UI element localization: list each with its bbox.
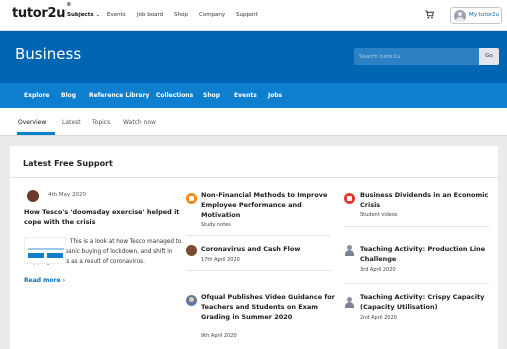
subnav-blog[interactable]: Blog	[61, 92, 76, 99]
author-avatar-icon	[27, 190, 39, 202]
latest-free-support-card: Latest Free Support 4th May 2020 How Tes…	[10, 146, 498, 349]
divider	[10, 177, 498, 178]
my-tutor2u-label: My tutor2u	[469, 12, 500, 18]
list-item-meta: 9th April 2020	[201, 333, 237, 339]
nav-subjects[interactable]: Subjects ⌄	[67, 12, 100, 18]
trademark-icon: ®	[66, 1, 71, 8]
author-avatar-icon	[344, 245, 355, 256]
tab-watch-now[interactable]: Watch now	[123, 119, 156, 126]
subnav-explore[interactable]: Explore	[24, 92, 49, 99]
tab-latest[interactable]: Latest	[62, 119, 81, 126]
active-tab-indicator	[17, 132, 55, 135]
divider	[186, 270, 331, 271]
list-item-meta: Study notes	[201, 222, 231, 228]
subnav-events[interactable]: Events	[234, 92, 257, 99]
tab-topics[interactable]: Topics	[92, 119, 110, 126]
divider	[344, 283, 489, 284]
nav-job-board[interactable]: Job board	[137, 12, 163, 18]
read-more-link[interactable]: Read more ›	[24, 277, 65, 284]
divider	[186, 235, 331, 236]
divider	[344, 226, 489, 227]
nav-company[interactable]: Company	[199, 12, 225, 18]
list-item-meta: Student videos	[360, 212, 398, 218]
subnav-jobs[interactable]: Jobs	[268, 92, 282, 99]
list-item-title[interactable]: Non-Financial Methods to Improve Employe…	[201, 190, 341, 220]
author-avatar-icon	[186, 245, 197, 256]
search-input[interactable]	[354, 48, 479, 65]
list-item-title[interactable]: Teaching Activity: Production Line Chall…	[360, 244, 495, 264]
card-title: Latest Free Support	[23, 159, 113, 168]
my-tutor2u-button[interactable]: My tutor2u	[450, 7, 502, 24]
search-go-button[interactable]: Go	[479, 48, 499, 65]
list-item-title[interactable]: Teaching Activity: Crispy Capacity (Capa…	[360, 292, 495, 312]
nav-shop[interactable]: Shop	[174, 12, 188, 18]
nav-events[interactable]: Events	[107, 12, 126, 18]
tutor2u-logo[interactable]: tutor2u®	[12, 2, 71, 21]
subnav-reference-library[interactable]: Reference Library	[89, 92, 149, 99]
page-title: Business	[15, 45, 82, 63]
author-avatar-icon	[186, 295, 197, 306]
video-icon	[344, 193, 355, 204]
subject-subnav: Explore Blog Reference Library Collectio…	[0, 83, 507, 108]
top-navigation: tutor2u® Subjects ⌄ Events Job board Shop…	[0, 0, 507, 31]
featured-thumbnail[interactable]	[24, 237, 66, 264]
list-item-meta: 2nd April 2020	[360, 315, 397, 321]
study-notes-icon	[186, 193, 197, 204]
list-item-meta: 17th April 2020	[201, 257, 240, 263]
featured-title[interactable]: How Tesco's 'doomsday exercise' helped i…	[24, 207, 184, 227]
list-item-title[interactable]: Business Dividends in an Economic Crisis	[360, 190, 495, 210]
cart-icon[interactable]	[425, 10, 434, 19]
list-item-title[interactable]: Ofqual Publishes Video Guidance for Teac…	[201, 292, 341, 322]
user-avatar-icon	[454, 10, 466, 22]
subnav-collections[interactable]: Collections	[156, 92, 193, 99]
content-tabs: Overview Latest Topics Watch now	[0, 108, 507, 136]
subject-header: Business Go	[0, 31, 507, 83]
chevron-down-icon: ⌄	[95, 12, 100, 18]
author-avatar-icon	[344, 297, 355, 308]
tab-overview[interactable]: Overview	[18, 119, 46, 126]
list-item-meta: 3rd April 2020	[360, 267, 396, 273]
subnav-shop[interactable]: Shop	[203, 92, 220, 99]
featured-date: 4th May 2020	[48, 192, 87, 198]
nav-support[interactable]: Support	[236, 12, 258, 18]
list-item-title[interactable]: Coronavirus and Cash Flow	[201, 244, 341, 254]
